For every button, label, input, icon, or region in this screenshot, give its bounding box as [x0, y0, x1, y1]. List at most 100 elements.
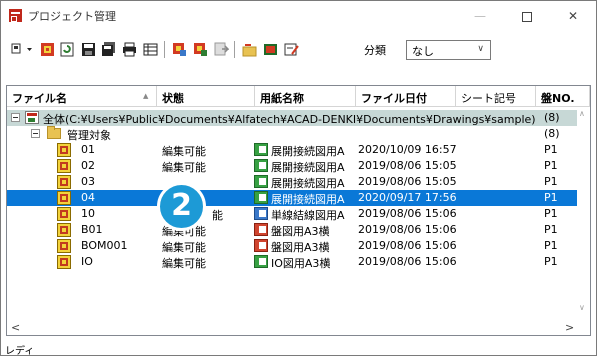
horizontal-scrollbar[interactable]: < >: [7, 319, 590, 335]
table-row[interactable]: 03 展開接続図用A 2019/08/06 15:05 P1: [7, 174, 590, 190]
move-item-button[interactable]: [214, 42, 230, 57]
classification-label: 分類: [364, 44, 386, 57]
collapse-icon[interactable]: [11, 113, 20, 122]
tree-group-row[interactable]: 管理対象 (8): [7, 126, 590, 142]
column-header-file-name[interactable]: ファイル名: [7, 86, 157, 106]
paper-name: 展開接続図用A: [271, 145, 345, 158]
drawing-file-icon: [57, 143, 71, 157]
file-name: 03: [81, 175, 95, 188]
column-header-board-no[interactable]: 盤NO.: [536, 86, 590, 106]
table-row[interactable]: 02 編集可能 展開接続図用A 2019/08/06 15:05 P1: [7, 158, 590, 174]
board-no: P1: [544, 223, 558, 236]
remove-item-icon: [194, 43, 207, 56]
file-name: BOM001: [81, 239, 128, 252]
drawing-file-icon: [57, 223, 71, 237]
open-folder-button[interactable]: [242, 42, 257, 57]
maximize-icon: [522, 11, 532, 22]
paper-template-icon: [254, 255, 268, 268]
scroll-down-icon[interactable]: ∨: [579, 303, 585, 312]
remove-from-management-button[interactable]: [193, 42, 208, 57]
root-count: (8): [544, 111, 560, 124]
app-icon: [9, 9, 22, 22]
root-path-label: 全体(C:¥Users¥Public¥Documents¥Alfatech¥AC…: [43, 113, 536, 126]
file-date: 2019/08/06 15:05: [358, 175, 457, 188]
file-status: 編集可能: [162, 161, 206, 174]
table-row[interactable]: BOM001 編集可能 盤図用A3横 2019/08/06 15:06 P1: [7, 238, 590, 254]
minimize-button[interactable]: —: [457, 1, 503, 31]
edit-properties-button[interactable]: [284, 42, 299, 57]
board-no: P1: [544, 207, 558, 220]
paper-name: 盤図用A3横: [271, 225, 330, 238]
save-all-icon: [102, 42, 115, 56]
table-row[interactable]: B01 編集可能 盤図用A3横 2019/08/06 15:06 P1: [7, 222, 590, 238]
column-header-sheet-code[interactable]: シート記号: [456, 86, 536, 106]
horizontal-scroll-thumb[interactable]: [23, 323, 559, 331]
table-row-selected[interactable]: 04 展開接続図用A 2020/09/17 17:56 P1: [7, 190, 590, 206]
save-icon: [82, 43, 95, 56]
table-row[interactable]: 10 能 単線結線図用A 2019/08/06 15:06 P1: [7, 206, 590, 222]
file-status: 編集可能: [162, 257, 206, 270]
scroll-right-icon[interactable]: >: [565, 321, 574, 334]
save-all-button[interactable]: [101, 42, 116, 57]
drawing-file-icon: [57, 255, 71, 269]
paper-name: 展開接続図用A: [271, 177, 345, 190]
paper-template-icon: [254, 223, 268, 236]
project-file-list[interactable]: ファイル名 ▲ 状態 用紙名称 ファイル日付 シート記号 盤NO. 全体(C:¥…: [6, 85, 591, 336]
file-status: 能: [212, 209, 223, 222]
status-bar: レディ: [1, 341, 596, 356]
table-row[interactable]: IO 編集可能 IO図用A3横 2019/08/06 15:06 P1: [7, 254, 590, 270]
board-no: P1: [544, 175, 558, 188]
board-no: P1: [544, 255, 558, 268]
sort-ascending-icon: ▲: [143, 92, 149, 100]
print-button[interactable]: [122, 42, 137, 57]
board-no: P1: [544, 239, 558, 252]
project-menu-button[interactable]: [11, 42, 32, 57]
maximize-button[interactable]: [504, 1, 550, 31]
file-name: 10: [81, 207, 95, 220]
drawing-file-icon: [57, 239, 71, 253]
drawing-file-icon: [57, 191, 71, 205]
toolbar-separator: [234, 41, 235, 58]
classification-select[interactable]: なし ∨: [406, 40, 491, 60]
refresh-button[interactable]: [60, 42, 75, 57]
file-name: 01: [81, 143, 95, 156]
board-no: P1: [544, 143, 558, 156]
paper-name: 展開接続図用A: [271, 161, 345, 174]
table-row[interactable]: 01 編集可能 展開接続図用A 2020/10/09 16:57 P1: [7, 142, 590, 158]
project-settings-icon: [11, 43, 32, 54]
save-button[interactable]: [81, 42, 96, 57]
scroll-left-icon[interactable]: <: [11, 321, 20, 334]
file-date: 2019/08/06 15:06: [358, 255, 457, 268]
paper-name: IO図用A3横: [271, 257, 331, 270]
group-label: 管理対象: [67, 129, 111, 142]
file-date: 2019/08/06 15:06: [358, 239, 457, 252]
scroll-up-icon[interactable]: ∧: [579, 109, 585, 118]
paper-template-icon: [254, 239, 268, 252]
edit-properties-icon: [284, 43, 299, 56]
add-item-icon: [173, 43, 186, 56]
file-name: IO: [81, 255, 93, 268]
paper-name: 展開接続図用A: [271, 193, 345, 206]
paper-name: 単線結線図用A: [271, 209, 345, 222]
table-icon: [143, 43, 158, 56]
paper-template-icon: [254, 159, 268, 172]
list-header: ファイル名 ▲ 状態 用紙名称 ファイル日付 シート記号 盤NO.: [7, 86, 590, 107]
folder-arrow-icon: [242, 44, 257, 57]
tree-root-row[interactable]: 全体(C:¥Users¥Public¥Documents¥Alfatech¥AC…: [7, 110, 590, 126]
drawing-file-icon: [57, 175, 71, 189]
file-date: 2019/08/06 15:05: [358, 159, 457, 172]
add-to-management-button[interactable]: [172, 42, 187, 57]
column-header-file-date[interactable]: ファイル日付: [356, 86, 456, 106]
close-button[interactable]: ✕: [550, 1, 596, 31]
folder-icon: [47, 126, 61, 139]
column-header-paper-name[interactable]: 用紙名称: [255, 86, 356, 106]
vertical-scrollbar[interactable]: ∧ ∨: [577, 107, 590, 319]
collapse-icon[interactable]: [31, 129, 40, 138]
file-date: 2019/08/06 15:06: [358, 223, 457, 236]
file-status: 編集可能: [162, 241, 206, 254]
board-list-button[interactable]: [263, 42, 278, 57]
column-header-status[interactable]: 状態: [157, 86, 255, 106]
window-title: プロジェクト管理: [28, 10, 116, 23]
new-drawing-button[interactable]: [40, 42, 55, 57]
table-view-button[interactable]: [143, 42, 158, 57]
